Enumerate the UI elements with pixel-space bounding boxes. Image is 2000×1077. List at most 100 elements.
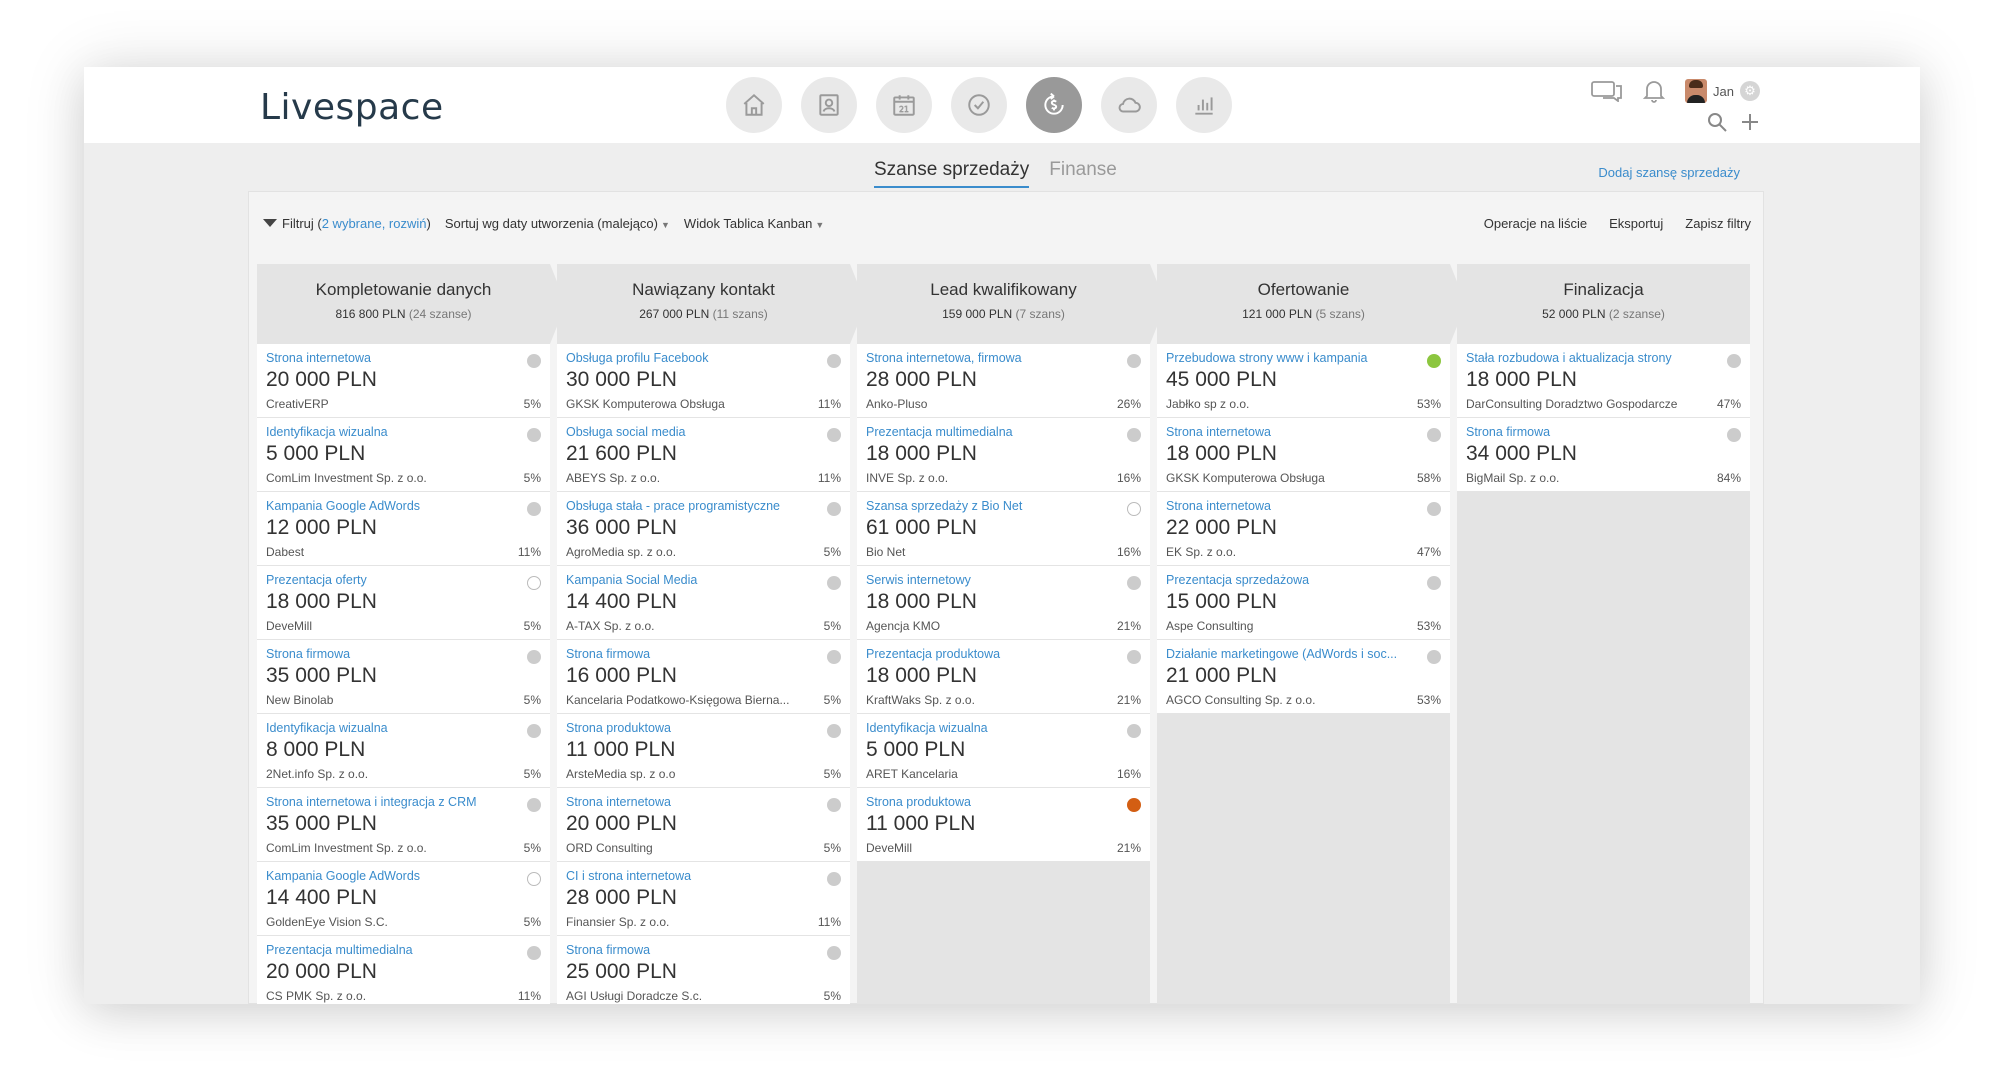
deal-card[interactable]: Strona internetowa 20 000 PLN CreativERP 5%: [257, 344, 550, 418]
deal-card[interactable]: CI i strona internetowa 28 000 PLN Finansi…: [557, 862, 850, 936]
deal-title-link[interactable]: Strona internetowa: [266, 351, 516, 365]
deal-card[interactable]: Strona produktowa 11 000 PLN DeveMill 21%: [857, 788, 1150, 862]
deal-card[interactable]: Strona firmowa 34 000 PLN BigMail Sp. z o.…: [1457, 418, 1750, 492]
status-dot-icon[interactable]: [827, 354, 841, 368]
status-dot-icon[interactable]: [827, 650, 841, 664]
status-dot-icon[interactable]: [1127, 650, 1141, 664]
deal-card[interactable]: Identyfikacja wizualna 8 000 PLN 2Net.info…: [257, 714, 550, 788]
save-filters-button[interactable]: Zapisz filtry: [1685, 216, 1751, 231]
deal-card[interactable]: Strona internetowa i integracja z CRM 35 …: [257, 788, 550, 862]
status-dot-icon[interactable]: [827, 872, 841, 886]
status-dot-icon[interactable]: [1127, 724, 1141, 738]
deal-card[interactable]: Strona firmowa 25 000 PLN AGI Usługi Dorad…: [557, 936, 850, 1004]
deal-title-link[interactable]: Działanie marketingowe (AdWords i soc...: [1166, 647, 1416, 661]
view-dropdown[interactable]: Widok Tablica Kanban ▼: [684, 216, 824, 231]
deal-card[interactable]: Prezentacja multimedialna 20 000 PLN CS PM…: [257, 936, 550, 1004]
deal-card[interactable]: Serwis internetowy 18 000 PLN Agencja KMO 2…: [857, 566, 1150, 640]
deal-title-link[interactable]: Stała rozbudowa i aktualizacja strony: [1466, 351, 1716, 365]
deal-card[interactable]: Szansa sprzedaży z Bio Net 61 000 PLN Bio …: [857, 492, 1150, 566]
deal-title-link[interactable]: Strona firmowa: [566, 943, 816, 957]
deal-title-link[interactable]: Szansa sprzedaży z Bio Net: [866, 499, 1116, 513]
deal-title-link[interactable]: Strona internetowa: [566, 795, 816, 809]
gear-icon[interactable]: ⚙: [1740, 81, 1760, 101]
deal-title-link[interactable]: Obsługa stała - prace programistyczne: [566, 499, 816, 513]
deal-card[interactable]: Kampania Social Media 14 400 PLN A-TAX Sp.…: [557, 566, 850, 640]
status-dot-icon[interactable]: [1127, 576, 1141, 590]
status-dot-icon[interactable]: [527, 354, 541, 368]
deal-title-link[interactable]: Strona produktowa: [866, 795, 1116, 809]
deal-title-link[interactable]: Strona internetowa i integracja z CRM: [266, 795, 516, 809]
status-dot-icon[interactable]: [827, 576, 841, 590]
status-dot-icon[interactable]: [527, 576, 541, 590]
status-dot-icon[interactable]: [827, 946, 841, 960]
status-dot-icon[interactable]: [527, 502, 541, 516]
status-dot-icon[interactable]: [1427, 576, 1441, 590]
deal-card[interactable]: Strona produktowa 11 000 PLN ArsteMedia sp…: [557, 714, 850, 788]
status-dot-icon[interactable]: [1427, 650, 1441, 664]
export-button[interactable]: Eksportuj: [1609, 216, 1663, 231]
sort-dropdown[interactable]: Sortuj wg daty utworzenia (malejąco) ▼: [445, 216, 670, 231]
deal-title-link[interactable]: Strona internetowa, firmowa: [866, 351, 1116, 365]
deal-card[interactable]: Kampania Google AdWords 12 000 PLN Dabest 1…: [257, 492, 550, 566]
deal-title-link[interactable]: Identyfikacja wizualna: [866, 721, 1116, 735]
status-dot-icon[interactable]: [527, 946, 541, 960]
search-icon[interactable]: [1706, 111, 1728, 133]
deal-card[interactable]: Obsługa social media 21 600 PLN ABEYS Sp. …: [557, 418, 850, 492]
deal-card[interactable]: Prezentacja oferty 18 000 PLN DeveMill 5%: [257, 566, 550, 640]
deal-title-link[interactable]: Strona produktowa: [566, 721, 816, 735]
deal-card[interactable]: Strona internetowa 20 000 PLN ORD Consulti…: [557, 788, 850, 862]
deal-card[interactable]: Strona internetowa 18 000 PLN GKSK Kompute…: [1157, 418, 1450, 492]
deal-card[interactable]: Strona firmowa 16 000 PLN Kancelaria Podat…: [557, 640, 850, 714]
deal-card[interactable]: Strona internetowa 22 000 PLN EK Sp. z o.o…: [1157, 492, 1450, 566]
status-dot-icon[interactable]: [527, 872, 541, 886]
status-dot-icon[interactable]: [1427, 502, 1441, 516]
status-dot-icon[interactable]: [1727, 354, 1741, 368]
deal-title-link[interactable]: Kampania Social Media: [566, 573, 816, 587]
deal-title-link[interactable]: CI i strona internetowa: [566, 869, 816, 883]
deal-card[interactable]: Strona firmowa 35 000 PLN New Binolab 5%: [257, 640, 550, 714]
bell-icon[interactable]: [1643, 79, 1666, 103]
user-menu[interactable]: Jan ⚙: [1685, 79, 1760, 103]
deal-card[interactable]: Identyfikacja wizualna 5 000 PLN ComLim In…: [257, 418, 550, 492]
deal-title-link[interactable]: Identyfikacja wizualna: [266, 721, 516, 735]
deal-title-link[interactable]: Prezentacja produktowa: [866, 647, 1116, 661]
status-dot-icon[interactable]: [1427, 354, 1441, 368]
nav-contacts[interactable]: [801, 77, 857, 133]
deal-title-link[interactable]: Przebudowa strony www i kampania: [1166, 351, 1416, 365]
filter-expand-link[interactable]: 2 wybrane, rozwiń: [322, 216, 427, 231]
status-dot-icon[interactable]: [1127, 354, 1141, 368]
deal-title-link[interactable]: Serwis internetowy: [866, 573, 1116, 587]
deal-title-link[interactable]: Identyfikacja wizualna: [266, 425, 516, 439]
deal-title-link[interactable]: Prezentacja oferty: [266, 573, 516, 587]
deal-card[interactable]: Stała rozbudowa i aktualizacja strony 18 …: [1457, 344, 1750, 418]
tab-finanse[interactable]: Finanse: [1049, 159, 1117, 188]
deal-title-link[interactable]: Strona firmowa: [266, 647, 516, 661]
status-dot-icon[interactable]: [1427, 428, 1441, 442]
nav-calendar[interactable]: 21: [876, 77, 932, 133]
deal-title-link[interactable]: Prezentacja multimedialna: [266, 943, 516, 957]
deal-card[interactable]: Prezentacja produktowa 18 000 PLN KraftWak…: [857, 640, 1150, 714]
nav-cloud[interactable]: [1101, 77, 1157, 133]
deal-title-link[interactable]: Obsługa social media: [566, 425, 816, 439]
filter-control[interactable]: Filtruj (2 wybrane, rozwiń): [263, 216, 431, 231]
status-dot-icon[interactable]: [1127, 798, 1141, 812]
tab-szanse-sprzedazy[interactable]: Szanse sprzedaży: [874, 159, 1030, 188]
deal-title-link[interactable]: Kampania Google AdWords: [266, 869, 516, 883]
livespace-logo[interactable]: Livespace: [260, 87, 444, 128]
status-dot-icon[interactable]: [1127, 502, 1141, 516]
deal-card[interactable]: Przebudowa strony www i kampania 45 000 P…: [1157, 344, 1450, 418]
status-dot-icon[interactable]: [827, 724, 841, 738]
status-dot-icon[interactable]: [527, 428, 541, 442]
status-dot-icon[interactable]: [527, 650, 541, 664]
deal-title-link[interactable]: Strona firmowa: [1466, 425, 1716, 439]
nav-sales[interactable]: [1026, 77, 1082, 133]
nav-reports[interactable]: [1176, 77, 1232, 133]
nav-tasks[interactable]: [951, 77, 1007, 133]
deal-title-link[interactable]: Strona internetowa: [1166, 425, 1416, 439]
status-dot-icon[interactable]: [827, 798, 841, 812]
status-dot-icon[interactable]: [1127, 428, 1141, 442]
add-deal-link[interactable]: Dodaj szansę sprzedaży: [1598, 165, 1740, 180]
plus-icon[interactable]: [1740, 112, 1760, 132]
deal-title-link[interactable]: Prezentacja sprzedażowa: [1166, 573, 1416, 587]
deal-card[interactable]: Obsługa profilu Facebook 30 000 PLN GKSK K…: [557, 344, 850, 418]
